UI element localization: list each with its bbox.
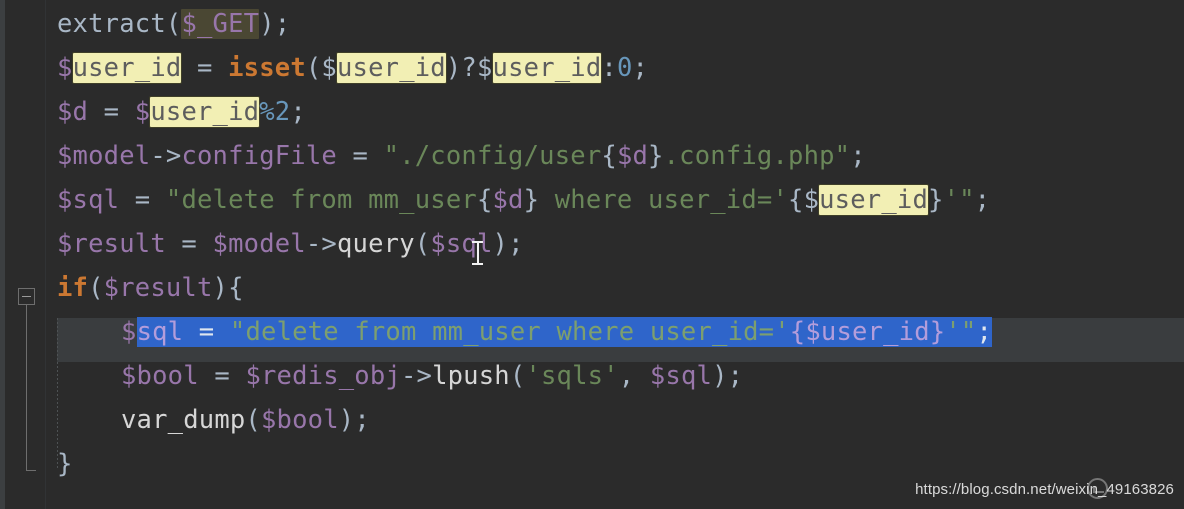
token-string: "./config/user xyxy=(383,141,602,171)
token-string: "delete from mm_user xyxy=(165,185,477,215)
token-function-var-dump: var_dump xyxy=(121,405,246,435)
code-line-10[interactable]: var_dump($bool); xyxy=(121,398,370,442)
token-op-arrow: -> xyxy=(400,361,433,391)
token-punc: , xyxy=(618,361,650,391)
token-method-query: query xyxy=(336,229,415,259)
token-brace: } xyxy=(928,185,944,215)
code-line-1[interactable]: extract($_GET); xyxy=(57,2,290,46)
token-brace-close: } xyxy=(57,449,73,479)
token-var: $bool xyxy=(121,361,199,391)
token-string: "delete from mm_user where user_id=' xyxy=(229,317,790,347)
token-punc: ( xyxy=(245,405,261,435)
token-var: $result xyxy=(57,229,166,259)
token-var: $sql xyxy=(649,361,713,391)
token-punc: : xyxy=(601,53,617,83)
token-punc: ; xyxy=(274,9,291,39)
token-punc: ) xyxy=(212,273,229,303)
code-line-8-selected[interactable]: $sql = "delete from mm_user where user_i… xyxy=(121,310,992,354)
token-op: = xyxy=(88,97,135,127)
token-var: sql xyxy=(136,317,184,347)
token-var-userid-highlighted[interactable]: user_id xyxy=(150,97,260,127)
token-var-interpolated: {$user_id} xyxy=(789,317,946,347)
token-op: = xyxy=(336,141,384,171)
token-brace: } xyxy=(648,141,664,171)
token-var-dollar: $ xyxy=(121,317,137,347)
token-punc: ( xyxy=(88,273,104,303)
token-punc: ( xyxy=(165,9,182,39)
token-method-lpush: lpush xyxy=(432,361,510,391)
token-punc: ; xyxy=(508,229,524,259)
token-string: '" xyxy=(943,185,975,215)
token-var: $sql xyxy=(57,185,120,215)
token-brace: { xyxy=(476,185,493,215)
token-brace: {$ xyxy=(788,185,820,215)
token-number: 2 xyxy=(274,97,291,127)
token-op-arrow: -> xyxy=(150,141,182,171)
code-line-11[interactable]: } xyxy=(57,442,73,486)
token-op: = xyxy=(165,229,213,259)
token-punc: ) xyxy=(259,9,275,39)
token-punc: ; xyxy=(976,317,992,347)
code-editor[interactable]: extract($_GET); $user_id = isset($user_i… xyxy=(0,0,1184,509)
token-punc: ; xyxy=(850,141,866,171)
code-content[interactable]: extract($_GET); $user_id = isset($user_i… xyxy=(0,0,1184,509)
token-var-userid-highlighted[interactable]: user_id xyxy=(492,53,602,83)
token-string: where user_id=' xyxy=(539,185,789,215)
token-op: = xyxy=(181,53,229,83)
code-line-3[interactable]: $d = $user_id%2; xyxy=(57,90,306,134)
code-line-5[interactable]: $sql = "delete from mm_user{$d} where us… xyxy=(57,178,990,222)
token-var: $sql xyxy=(430,229,493,259)
token-var: $d xyxy=(492,185,524,215)
token-var: $result xyxy=(103,273,213,303)
token-var: $model xyxy=(57,141,151,171)
token-var: $d xyxy=(616,141,649,171)
token-property: configFile xyxy=(181,141,337,171)
token-punc: ($ xyxy=(305,53,337,83)
token-punc: ; xyxy=(632,53,649,83)
token-brace: } xyxy=(523,185,540,215)
token-punc: ( xyxy=(509,361,526,391)
token-var: $model xyxy=(212,229,306,259)
token-var-get-highlighted[interactable]: $_GET xyxy=(181,9,260,39)
token-var: $d xyxy=(57,97,89,127)
token-punc: )?$ xyxy=(445,53,493,83)
code-line-9[interactable]: $bool = $redis_obj->lpush('sqls', $sql); xyxy=(121,354,743,398)
token-var-userid-highlighted[interactable]: user_id xyxy=(72,53,182,83)
token-punc: ; xyxy=(974,185,991,215)
token-op-modulo: % xyxy=(259,97,275,127)
token-punc: ( xyxy=(414,229,431,259)
token-brace: { xyxy=(601,141,617,171)
token-string: 'sqls' xyxy=(525,361,619,391)
token-punc: ; xyxy=(354,405,370,435)
token-var: $redis_obj xyxy=(245,361,401,391)
token-var: $ xyxy=(134,97,151,127)
code-line-6[interactable]: $result = $model->query($sql); xyxy=(57,222,524,266)
token-string: '" xyxy=(945,317,977,347)
token-op-arrow: -> xyxy=(305,229,337,259)
token-var-userid-highlighted[interactable]: user_id xyxy=(819,185,928,215)
token-punc: ; xyxy=(727,361,744,391)
token-op: = xyxy=(119,185,166,215)
token-op: = xyxy=(183,317,230,347)
token-punc: ) xyxy=(338,405,355,435)
token-var-userid-highlighted[interactable]: user_id xyxy=(336,53,446,83)
code-line-7[interactable]: if($result){ xyxy=(57,266,244,310)
token-punc: ; xyxy=(290,97,306,127)
token-number: 0 xyxy=(616,53,633,83)
token-punc: ) xyxy=(492,229,509,259)
token-ident: extract xyxy=(57,9,166,39)
token-keyword-isset: isset xyxy=(228,53,306,83)
watermark-url: https://blog.csdn.net/weixin_49163826 xyxy=(915,481,1174,498)
token-var: $bool xyxy=(260,405,339,435)
code-line-2[interactable]: $user_id = isset($user_id)?$user_id:0; xyxy=(57,46,648,90)
token-string: .config.php" xyxy=(663,141,851,171)
token-var: $ xyxy=(57,53,73,83)
token-punc: ) xyxy=(712,361,728,391)
token-brace: { xyxy=(228,273,244,303)
code-line-4[interactable]: $model->configFile = "./config/user{$d}.… xyxy=(57,134,866,178)
token-keyword-if: if xyxy=(57,273,89,303)
token-op: = xyxy=(198,361,246,391)
